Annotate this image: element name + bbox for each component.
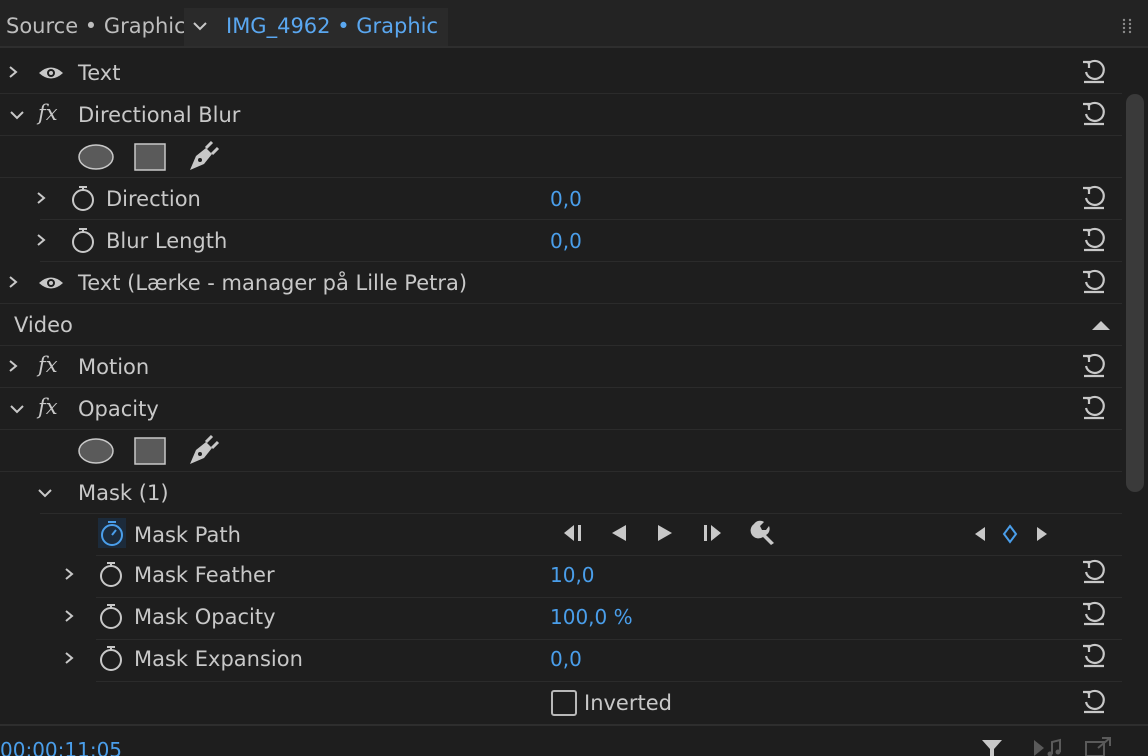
reset-icon[interactable] [1080, 100, 1108, 126]
property-row-blur-length[interactable]: Blur Length 0,0 [37, 220, 1122, 262]
export-icon[interactable] [1084, 736, 1114, 756]
mask-tools-row [0, 136, 1122, 178]
previous-keyframe-icon[interactable] [972, 524, 988, 544]
property-row-mask-path[interactable]: Mask Path [96, 514, 1122, 556]
effect-name: Opacity [78, 397, 159, 421]
effect-row-motion[interactable]: fx Motion [0, 346, 1122, 388]
clip-tab-label: IMG_4962 • Graphic [226, 14, 439, 38]
property-row-inverted: Inverted [0, 682, 1122, 724]
property-value[interactable]: 100,0 % [550, 605, 633, 629]
effect-row-directional-blur[interactable]: fx Directional Blur [0, 94, 1122, 136]
property-value[interactable]: 0,0 [550, 229, 582, 253]
property-row-mask-opacity[interactable]: Mask Opacity 100,0 % [65, 598, 1122, 640]
step-back-icon[interactable] [560, 522, 586, 544]
stopwatch-icon[interactable] [70, 226, 96, 254]
eye-icon[interactable] [37, 274, 65, 292]
reset-icon[interactable] [1080, 226, 1108, 252]
add-keyframe-icon[interactable] [1000, 522, 1020, 546]
chevron-down-icon[interactable] [8, 108, 26, 122]
chevron-right-icon[interactable] [62, 566, 76, 582]
ellipse-mask-icon[interactable] [77, 143, 115, 171]
mask-name: Mask (1) [78, 481, 169, 505]
reset-icon[interactable] [1080, 268, 1108, 294]
reset-icon[interactable] [1080, 642, 1108, 668]
next-keyframe-icon[interactable] [1034, 524, 1050, 544]
fx-icon: fx [38, 101, 58, 125]
property-label: Mask Path [134, 523, 241, 547]
effect-row-opacity[interactable]: fx Opacity [0, 388, 1122, 430]
chevron-down-icon[interactable] [8, 402, 26, 416]
chevron-right-icon[interactable] [34, 232, 48, 248]
pen-mask-icon[interactable] [186, 140, 220, 174]
filter-icon[interactable] [980, 738, 1004, 756]
source-tab[interactable]: Source • Graphic [6, 14, 186, 38]
chevron-right-icon[interactable] [62, 650, 76, 666]
reset-icon[interactable] [1080, 58, 1108, 84]
chevron-right-icon[interactable] [6, 64, 20, 80]
stopwatch-icon[interactable] [98, 602, 124, 630]
property-value[interactable]: 0,0 [550, 647, 582, 671]
chevron-right-icon[interactable] [62, 608, 76, 624]
eye-icon[interactable] [37, 64, 65, 82]
property-label: Blur Length [106, 229, 228, 253]
pen-mask-icon[interactable] [186, 434, 220, 468]
clip-tab[interactable]: IMG_4962 • Graphic [184, 8, 448, 46]
fx-icon: fx [38, 395, 58, 419]
reset-icon[interactable] [1080, 184, 1108, 210]
reset-icon[interactable] [1080, 688, 1108, 714]
mask-tools-row [0, 430, 1122, 472]
property-value[interactable]: 10,0 [550, 563, 595, 587]
reset-icon[interactable] [1080, 352, 1108, 378]
rectangle-mask-icon[interactable] [133, 436, 167, 466]
property-row-direction[interactable]: Direction 0,0 [37, 178, 1122, 220]
reset-icon[interactable] [1080, 600, 1108, 626]
reset-icon[interactable] [1080, 558, 1108, 584]
chevron-right-icon[interactable] [6, 274, 20, 290]
rectangle-mask-icon[interactable] [133, 142, 167, 172]
panel-footer: 00:00:11:05 [0, 724, 1148, 756]
property-label: Mask Expansion [134, 647, 303, 671]
stopwatch-icon[interactable] [98, 644, 124, 672]
effect-row-text-2[interactable]: Text (Lærke - manager på Lille Petra) [0, 262, 1122, 304]
timecode[interactable]: 00:00:11:05 [0, 738, 122, 756]
chevron-right-icon[interactable] [6, 358, 20, 374]
vertical-scrollbar[interactable] [1126, 94, 1144, 492]
property-label: Mask Feather [134, 563, 275, 587]
reset-icon[interactable] [1080, 394, 1108, 420]
ellipse-mask-icon[interactable] [77, 437, 115, 465]
property-label: Mask Opacity [134, 605, 276, 629]
effect-name: Text [78, 61, 121, 85]
panel-menu-icon[interactable] [1122, 18, 1132, 34]
section-label: Video [14, 313, 73, 337]
inverted-checkbox[interactable] [551, 690, 577, 716]
wrench-icon[interactable] [748, 518, 778, 546]
chevron-down-icon[interactable] [36, 486, 54, 500]
section-video[interactable]: Video [0, 304, 1122, 346]
collapse-up-icon[interactable] [1090, 318, 1112, 332]
chevron-down-icon[interactable] [190, 18, 210, 34]
panel-header: Source • Graphic IMG_4962 • Graphic [0, 0, 1148, 48]
property-row-mask-feather[interactable]: Mask Feather 10,0 [65, 556, 1122, 598]
effect-name: Text (Lærke - manager på Lille Petra) [78, 271, 468, 295]
stopwatch-icon[interactable] [98, 518, 126, 548]
chevron-right-icon[interactable] [34, 190, 48, 206]
inverted-label: Inverted [584, 691, 672, 715]
stopwatch-icon[interactable] [98, 560, 124, 588]
fx-icon: fx [38, 353, 58, 377]
property-row-mask-expansion[interactable]: Mask Expansion 0,0 [65, 640, 1122, 682]
step-forward-icon[interactable] [700, 522, 726, 544]
effect-name: Directional Blur [78, 103, 241, 127]
previous-frame-icon[interactable] [608, 522, 630, 544]
property-label: Direction [106, 187, 201, 211]
effect-row-text[interactable]: Text [0, 52, 1122, 94]
property-value[interactable]: 0,0 [550, 187, 582, 211]
effect-name: Motion [78, 355, 150, 379]
stopwatch-icon[interactable] [70, 184, 96, 212]
audio-playback-icon[interactable] [1030, 738, 1064, 756]
play-icon[interactable] [654, 522, 676, 544]
mask-row[interactable]: Mask (1) [38, 472, 1122, 514]
